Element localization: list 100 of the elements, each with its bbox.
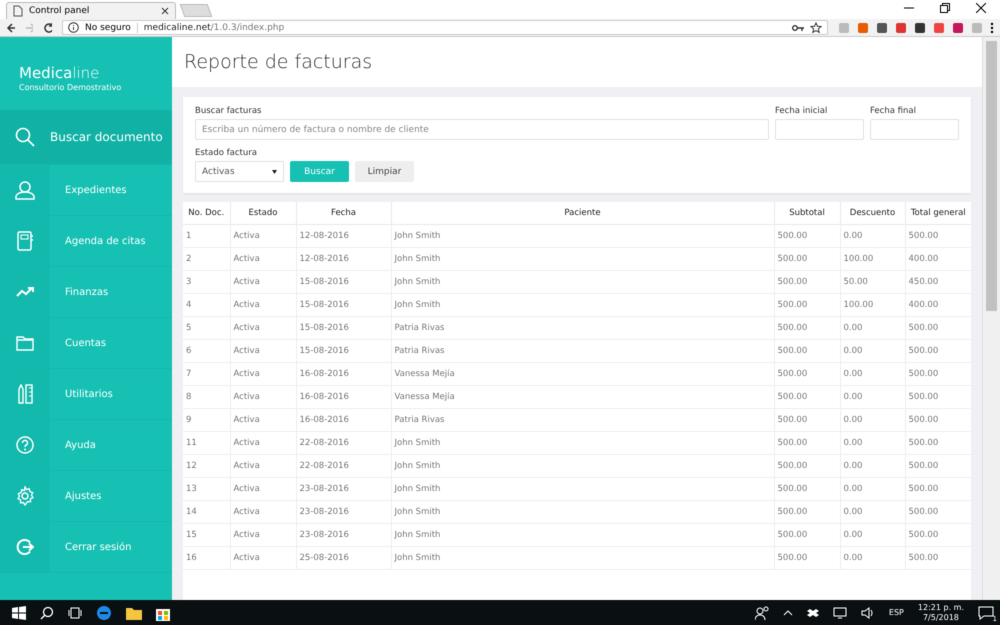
extension-icon[interactable] bbox=[876, 22, 888, 34]
table-cell: John Smith bbox=[391, 432, 774, 454]
table-cell: 500.00 bbox=[774, 362, 840, 386]
date-field[interactable] bbox=[775, 119, 864, 140]
folder-icon bbox=[16, 336, 34, 350]
table-cell: Activa bbox=[230, 340, 296, 362]
table-cell: 12-08-2016 bbox=[296, 224, 391, 248]
close-icon[interactable] bbox=[976, 2, 986, 12]
key-icon[interactable] bbox=[792, 24, 804, 32]
search-icon[interactable] bbox=[40, 606, 54, 620]
date-field[interactable] bbox=[870, 119, 959, 140]
windows-icon[interactable] bbox=[12, 606, 26, 620]
extension-icon[interactable] bbox=[952, 22, 964, 34]
column-header: Paciente bbox=[391, 202, 774, 224]
table-cell: John Smith bbox=[391, 248, 774, 270]
table-cell: 500.00 bbox=[774, 248, 840, 270]
page-icon bbox=[13, 5, 23, 17]
table-cell: John Smith bbox=[391, 546, 774, 570]
sidebar-item[interactable]: Finanzas bbox=[0, 267, 172, 318]
extension-icon[interactable] bbox=[914, 22, 926, 34]
table-cell: 13 bbox=[183, 478, 230, 500]
table-cell: 5 bbox=[183, 316, 230, 340]
help-icon bbox=[16, 436, 34, 454]
table-cell: John Smith bbox=[391, 524, 774, 546]
search-button[interactable]: Buscar bbox=[290, 161, 349, 182]
table-cell: 500.00 bbox=[905, 362, 971, 386]
table-cell: 12 bbox=[183, 454, 230, 478]
table-cell: 500.00 bbox=[905, 224, 971, 248]
table-cell: 15 bbox=[183, 524, 230, 546]
table-cell: 500.00 bbox=[905, 524, 971, 546]
table-cell: 15-08-2016 bbox=[296, 294, 391, 316]
sidebar-item[interactable]: Ayuda bbox=[0, 420, 172, 471]
table-cell: 500.00 bbox=[905, 500, 971, 524]
volume-icon[interactable] bbox=[860, 606, 875, 618]
table-cell: 0.00 bbox=[840, 454, 905, 478]
star-icon[interactable] bbox=[810, 22, 822, 34]
table-cell: Vanessa Mejía bbox=[391, 386, 774, 408]
scrollbar[interactable] bbox=[982, 37, 1000, 600]
clock-time[interactable]: 12:21 p. m. bbox=[918, 602, 964, 612]
table-cell: Activa bbox=[230, 478, 296, 500]
table-cell: 0.00 bbox=[840, 386, 905, 408]
sidebar-item[interactable]: Ajustes bbox=[0, 471, 172, 522]
close-icon[interactable] bbox=[161, 7, 169, 15]
info-icon bbox=[68, 22, 80, 33]
language-indicator[interactable]: ESP bbox=[888, 608, 904, 617]
table-cell: 15-08-2016 bbox=[296, 270, 391, 294]
restore-icon[interactable] bbox=[940, 2, 950, 12]
table-cell: 500.00 bbox=[774, 224, 840, 248]
notebook-icon bbox=[17, 231, 33, 251]
field-label: Estado factura bbox=[195, 148, 258, 158]
table-cell: John Smith bbox=[391, 500, 774, 524]
table-cell: 0.00 bbox=[840, 546, 905, 570]
reload-icon[interactable] bbox=[43, 22, 52, 34]
table-cell: 500.00 bbox=[905, 432, 971, 454]
table-cell: Activa bbox=[230, 248, 296, 270]
table-cell: 0.00 bbox=[840, 408, 905, 432]
folder-icon[interactable] bbox=[126, 606, 142, 620]
search-field[interactable]: Escriba un número de factura o nombre de cliente bbox=[195, 119, 769, 140]
clear-button[interactable]: Limpiar bbox=[355, 161, 414, 182]
table-cell: 0.00 bbox=[840, 478, 905, 500]
chevron-up-icon[interactable] bbox=[782, 610, 793, 616]
task-view-icon[interactable] bbox=[68, 606, 82, 618]
table-cell: 0.00 bbox=[840, 524, 905, 546]
table-cell: Activa bbox=[230, 546, 296, 570]
user-icon bbox=[15, 180, 35, 200]
sidebar-item[interactable]: Utilitarios bbox=[0, 369, 172, 420]
table-cell: 3 bbox=[183, 270, 230, 294]
table-cell: Activa bbox=[230, 454, 296, 478]
back-icon[interactable] bbox=[6, 22, 15, 34]
clock-date[interactable]: 7/5/2018 bbox=[922, 612, 959, 622]
brand-subtitle: Consultorio Demostrativo bbox=[19, 83, 122, 92]
browser-e-icon[interactable] bbox=[96, 604, 112, 620]
table-cell: John Smith bbox=[391, 294, 774, 316]
sidebar-item[interactable]: Buscar documento bbox=[0, 110, 172, 165]
table-cell: 500.00 bbox=[774, 478, 840, 500]
page-title: Reporte de facturas bbox=[184, 51, 372, 73]
browser-tab[interactable]: Control panel bbox=[6, 2, 176, 19]
table-cell: 1 bbox=[183, 224, 230, 248]
table-cell: Activa bbox=[230, 500, 296, 524]
sidebar-item[interactable]: Agenda de citas bbox=[0, 216, 172, 267]
table-cell: 500.00 bbox=[774, 270, 840, 294]
address-bar[interactable]: No seguro medicaline.net/1.0.3/index.php bbox=[62, 20, 828, 35]
table-cell: 500.00 bbox=[774, 500, 840, 524]
table-cell: 16-08-2016 bbox=[296, 362, 391, 386]
table-cell: Patria Rivas bbox=[391, 408, 774, 432]
people-icon[interactable] bbox=[754, 606, 769, 620]
menu-icon[interactable] bbox=[990, 22, 994, 34]
sidebar-item[interactable]: Cuentas bbox=[0, 318, 172, 369]
table-cell: John Smith bbox=[391, 454, 774, 478]
sidebar-item[interactable]: Expedientes bbox=[0, 165, 172, 216]
status-dropdown[interactable]: Activas bbox=[195, 161, 284, 182]
table-cell: 500.00 bbox=[905, 340, 971, 362]
sidebar-item[interactable]: Cerrar sesión bbox=[0, 522, 172, 573]
table-cell: 0.00 bbox=[840, 224, 905, 248]
table-cell: 11 bbox=[183, 432, 230, 454]
table-cell: 0.00 bbox=[840, 362, 905, 386]
table-cell: Activa bbox=[230, 316, 296, 340]
network-icon[interactable] bbox=[832, 606, 847, 618]
table-cell: 16-08-2016 bbox=[296, 386, 391, 408]
table-cell: 7 bbox=[183, 362, 230, 386]
